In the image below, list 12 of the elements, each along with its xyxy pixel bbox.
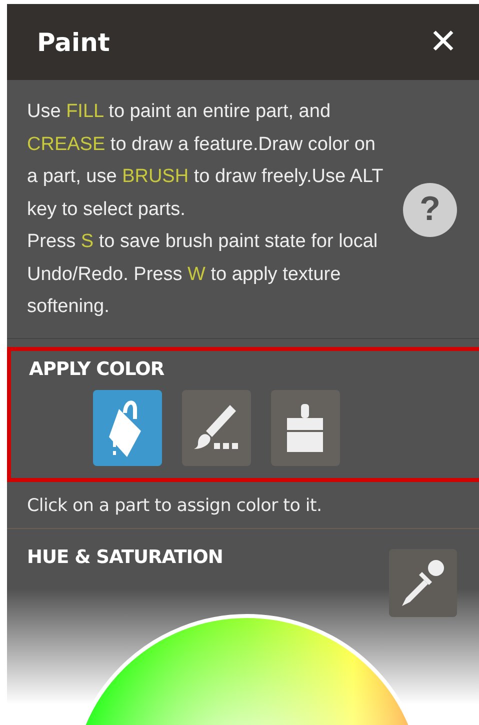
eyedropper-icon bbox=[401, 560, 445, 606]
close-button[interactable]: ✕ bbox=[429, 25, 457, 59]
hint-text: Click on a part to assign color to it. bbox=[7, 482, 479, 528]
tool-button[interactable] bbox=[92, 390, 162, 466]
tool-button[interactable] bbox=[270, 390, 340, 466]
help-button[interactable]: ? bbox=[403, 182, 457, 237]
section-title: APPLY COLOR bbox=[29, 358, 166, 380]
instructions-text: Use FILL to paint an entire part, and CREASE to draw a feature.Draw color on a part, use BRUSH to draw freely.Use ALT key to select parts. Press S to save brush paint state for local Undo/Redo. Press W to apply texture softening. bbox=[27, 100, 384, 319]
section-title: HUE & SATURATION bbox=[27, 546, 223, 568]
tool-button[interactable] bbox=[182, 390, 250, 466]
window-title: Paint bbox=[37, 28, 110, 56]
eyedropper-button[interactable] bbox=[389, 548, 457, 616]
